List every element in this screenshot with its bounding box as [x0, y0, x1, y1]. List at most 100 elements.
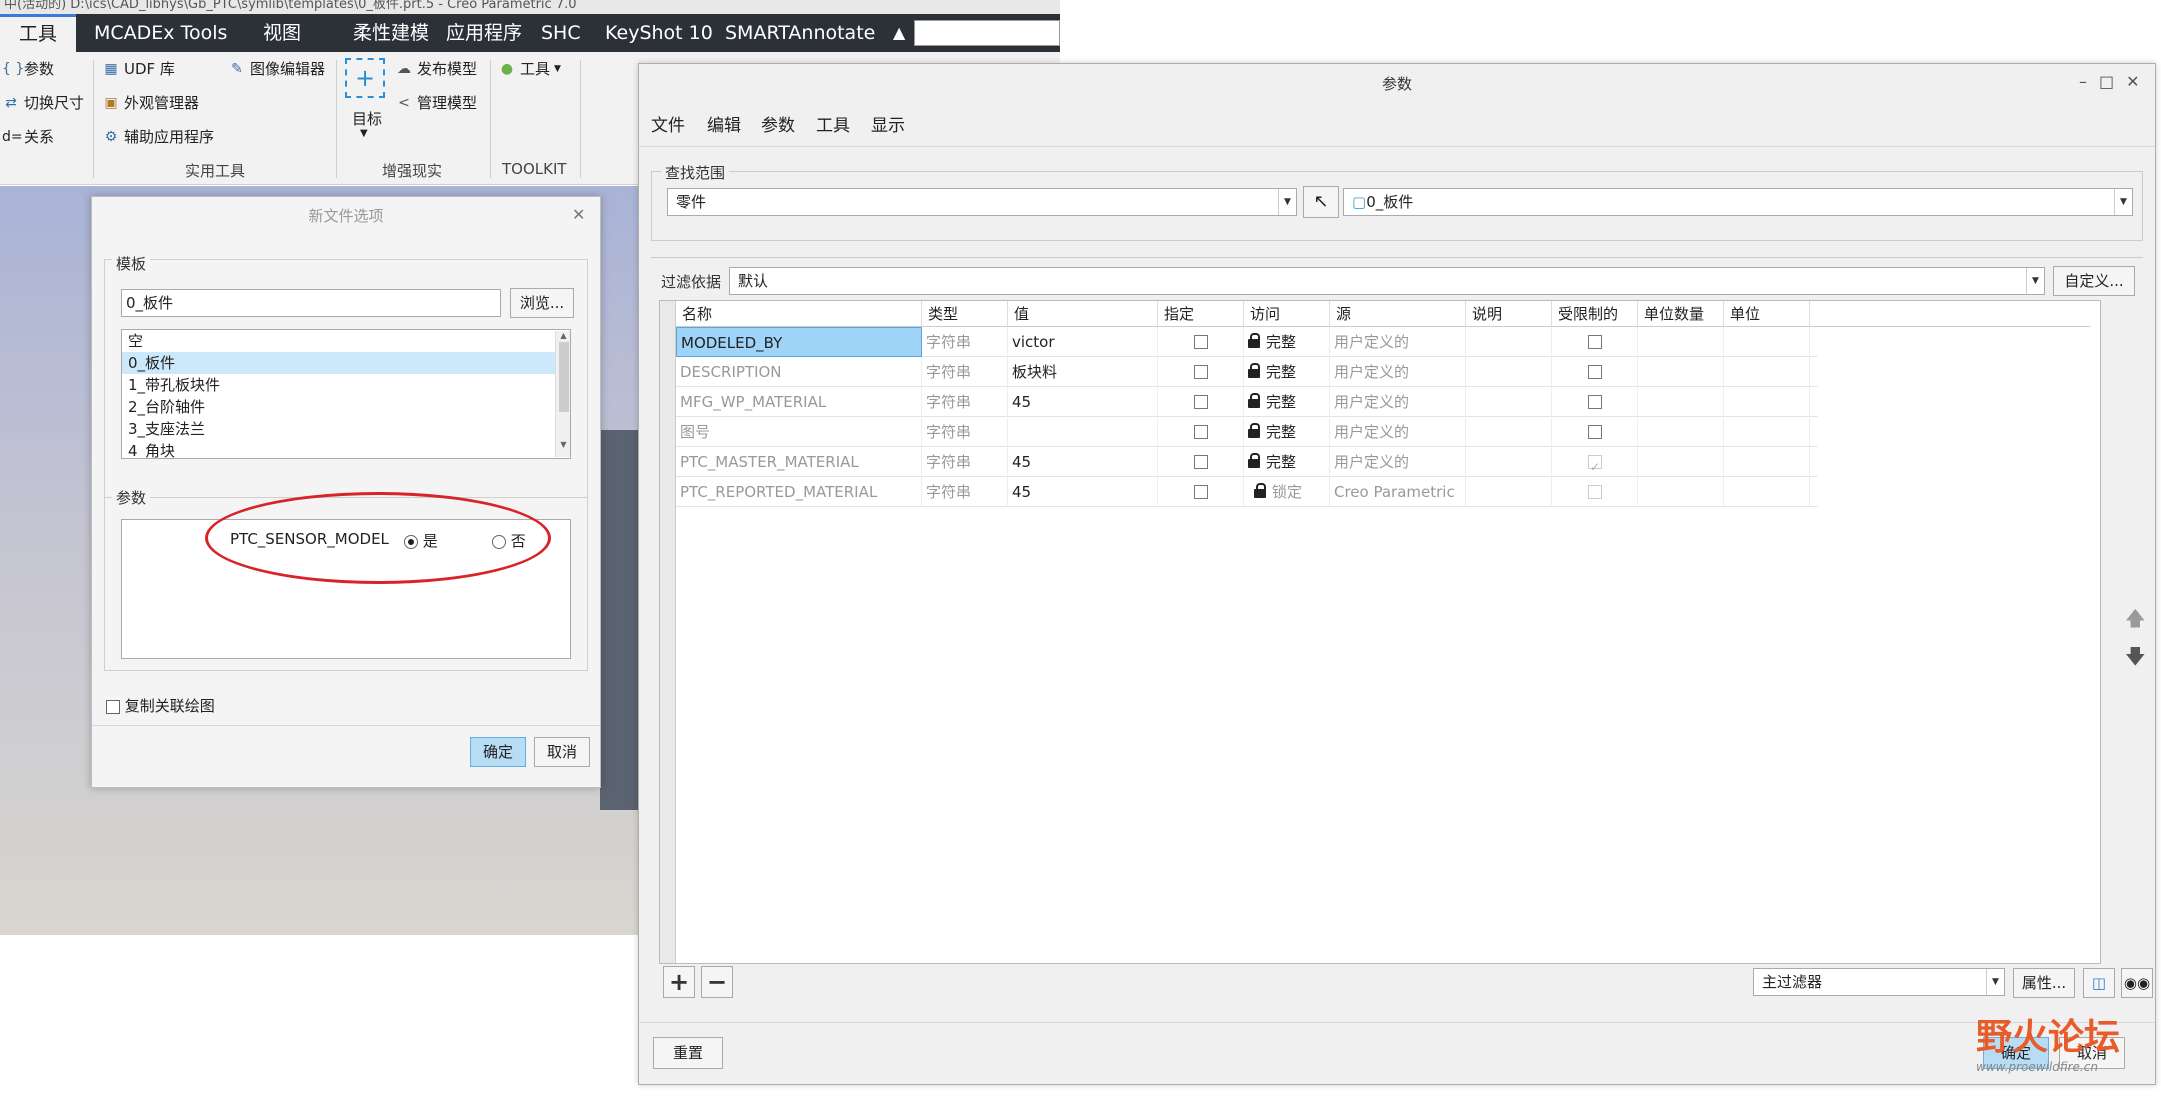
list-scrollbar[interactable]: ▲ ▼: [555, 331, 570, 457]
ribbon-aux-apps-button[interactable]: ⚙ 辅助应用程序: [102, 126, 214, 147]
tab-view[interactable]: 视图: [263, 14, 301, 52]
ok-button[interactable]: 确定: [470, 737, 526, 767]
list-item[interactable]: 1_带孔板块件: [122, 374, 570, 396]
template-name-input[interactable]: 0_板件: [121, 289, 501, 317]
collapse-ribbon-icon[interactable]: ▲: [893, 14, 905, 52]
cancel-button[interactable]: 取消: [534, 737, 590, 767]
cell-name[interactable]: MODELED_BY: [676, 327, 922, 357]
minimize-icon[interactable]: –: [2079, 72, 2099, 91]
cell-name[interactable]: MFG_WP_MATERIAL: [676, 387, 922, 417]
menu-edit[interactable]: 编辑: [707, 111, 741, 136]
move-down-icon[interactable]: 🡇: [2125, 642, 2146, 676]
restricted-checkbox[interactable]: [1588, 395, 1602, 409]
ribbon-image-editor-button[interactable]: ✎ 图像编辑器: [228, 58, 325, 79]
table-row[interactable]: PTC_REPORTED_MATERIAL 字符串 45 锁定 Creo Par…: [676, 477, 1818, 507]
reset-button[interactable]: 重置: [653, 1037, 723, 1069]
cell-value[interactable]: 板块料: [1008, 357, 1158, 387]
menu-display[interactable]: 显示: [871, 111, 905, 136]
designate-checkbox[interactable]: [1194, 425, 1208, 439]
cell-description[interactable]: [1466, 417, 1552, 447]
copy-drawing-checkbox[interactable]: 复制关联绘图: [106, 695, 215, 716]
table-row[interactable]: MODELED_BY 字符串 victor 完整 用户定义的: [676, 327, 1818, 357]
col-header-access[interactable]: 访问: [1244, 301, 1330, 327]
properties-button[interactable]: 属性...: [2013, 968, 2075, 998]
scroll-thumb[interactable]: [558, 342, 569, 412]
table-row[interactable]: DESCRIPTION 字符串 板块料 完整 用户定义的: [676, 357, 1818, 387]
designate-checkbox[interactable]: [1194, 365, 1208, 379]
list-item[interactable]: 4_角块: [122, 440, 570, 458]
col-header-source[interactable]: 源: [1330, 301, 1466, 327]
cell-name[interactable]: PTC_MASTER_MATERIAL: [676, 447, 922, 477]
customize-button[interactable]: 自定义...: [2053, 266, 2135, 296]
cell-value[interactable]: [1008, 417, 1158, 447]
col-header-restricted[interactable]: 受限制的: [1552, 301, 1638, 327]
table-row[interactable]: 图号 字符串 完整 用户定义的: [676, 417, 1818, 447]
cell-value[interactable]: 45: [1008, 447, 1158, 477]
close-icon[interactable]: ✕: [572, 205, 585, 224]
col-header-unit[interactable]: 单位: [1724, 301, 1810, 327]
col-header-type[interactable]: 类型: [922, 301, 1008, 327]
lookup-type-select[interactable]: 零件 ▼: [667, 188, 1297, 216]
list-item[interactable]: 3_支座法兰: [122, 418, 570, 440]
cell-name[interactable]: DESCRIPTION: [676, 357, 922, 387]
target-icon[interactable]: +: [345, 58, 385, 98]
tab-tools[interactable]: 工具: [0, 14, 76, 52]
list-item[interactable]: 空: [122, 330, 570, 352]
tab-mcadex[interactable]: MCADEx Tools: [94, 14, 227, 52]
ribbon-parameters-button[interactable]: { } 参数: [2, 58, 54, 79]
maximize-icon[interactable]: □: [2099, 72, 2126, 91]
select-model-pointer-button[interactable]: ↖: [1303, 186, 1339, 218]
add-parameter-button[interactable]: +: [663, 966, 695, 998]
master-filter-select[interactable]: 主过滤器 ▼: [1753, 968, 2005, 996]
menu-tools[interactable]: 工具: [816, 111, 850, 136]
ribbon-manage-model-button[interactable]: < 管理模型: [395, 92, 477, 113]
cell-value[interactable]: 45: [1008, 387, 1158, 417]
col-header-unit-quantity[interactable]: 单位数量: [1638, 301, 1724, 327]
col-header-name[interactable]: 名称: [676, 301, 922, 327]
tab-keyshot[interactable]: KeyShot 10: [605, 14, 713, 52]
tab-applications[interactable]: 应用程序: [446, 14, 522, 52]
designate-checkbox[interactable]: [1194, 395, 1208, 409]
template-list[interactable]: 空 0_板件 1_带孔板块件 2_台阶轴件 3_支座法兰 4_角块 ▲ ▼: [121, 329, 571, 459]
col-header-designate[interactable]: 指定: [1158, 301, 1244, 327]
list-item[interactable]: 0_板件: [122, 352, 570, 374]
scroll-up-icon[interactable]: ▲: [556, 331, 570, 340]
command-search-input[interactable]: [914, 20, 1060, 46]
cell-name[interactable]: PTC_REPORTED_MATERIAL: [676, 477, 922, 507]
columns-button[interactable]: ◫: [2083, 968, 2115, 998]
cell-value[interactable]: 45: [1008, 477, 1158, 507]
tab-flexible-modeling[interactable]: 柔性建模: [353, 14, 429, 52]
list-item[interactable]: 2_台阶轴件: [122, 396, 570, 418]
table-row[interactable]: MFG_WP_MATERIAL 字符串 45 完整 用户定义的: [676, 387, 1818, 417]
restricted-checkbox[interactable]: [1588, 425, 1602, 439]
ribbon-udf-library-button[interactable]: ▦ UDF 库: [102, 58, 175, 79]
cell-name[interactable]: 图号: [676, 417, 922, 447]
ribbon-publish-model-button[interactable]: ☁ 发布模型: [395, 58, 477, 79]
lookup-model-select[interactable]: ▢0_板件 ▼: [1343, 188, 2133, 216]
filter-select[interactable]: 默认 ▼: [729, 267, 2045, 295]
scroll-down-icon[interactable]: ▼: [556, 440, 570, 449]
designate-checkbox[interactable]: [1194, 335, 1208, 349]
table-row[interactable]: PTC_MASTER_MATERIAL 字符串 45 完整 用户定义的: [676, 447, 1818, 477]
tab-smartannotate[interactable]: SMARTAnnotate: [725, 14, 875, 52]
col-header-value[interactable]: 值: [1008, 301, 1158, 327]
restricted-checkbox[interactable]: [1588, 335, 1602, 349]
restricted-checkbox[interactable]: [1588, 365, 1602, 379]
cell-value[interactable]: victor: [1008, 327, 1158, 357]
cell-description[interactable]: [1466, 357, 1552, 387]
move-up-icon[interactable]: 🡅: [2125, 604, 2146, 638]
remove-parameter-button[interactable]: −: [701, 966, 733, 998]
designate-checkbox[interactable]: [1194, 455, 1208, 469]
cell-description[interactable]: [1466, 327, 1552, 357]
chevron-down-icon[interactable]: ▼: [360, 128, 368, 139]
tab-shc[interactable]: SHC: [541, 14, 581, 52]
menu-file[interactable]: 文件: [651, 111, 685, 136]
find-button[interactable]: ◉◉: [2121, 968, 2153, 998]
close-icon[interactable]: ✕: [2126, 72, 2151, 91]
browse-button[interactable]: 浏览...: [510, 288, 574, 318]
ribbon-switch-dims-button[interactable]: ⇄ 切换尺寸: [2, 92, 84, 113]
menu-parameters[interactable]: 参数: [761, 111, 795, 136]
ribbon-toolkit-tools-button[interactable]: ● 工具 ▼: [498, 58, 561, 79]
cell-description[interactable]: [1466, 447, 1552, 477]
ribbon-appearance-manager-button[interactable]: ▣ 外观管理器: [102, 92, 199, 113]
